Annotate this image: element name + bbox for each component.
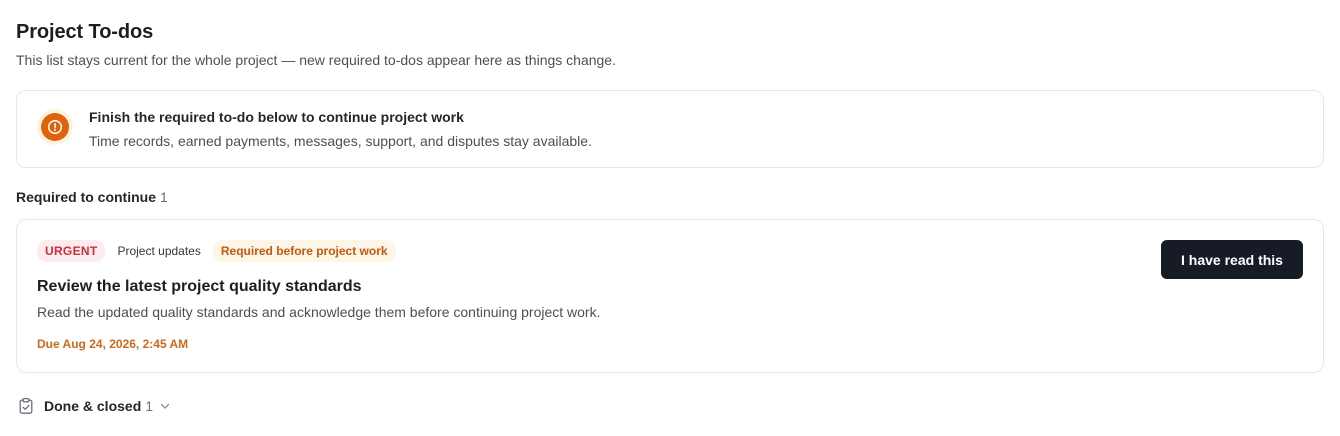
todo-badges: URGENT Project updates Required before p… [37,240,396,262]
done-closed-count: 1 [145,398,154,414]
page-title: Project To-dos [16,21,154,43]
category-badge: Project updates [111,240,207,262]
chevron-down-icon [159,400,171,412]
alert-icon-halo [37,109,73,145]
requirement-badge: Required before project work [212,240,396,262]
todo-title: Review the latest project quality standa… [37,278,362,295]
done-closed-toggle[interactable]: Done & closed 1 [16,395,171,417]
blocking-alert-card: Finish the required to-do below to conti… [16,90,1324,168]
required-section-count: 1 [160,189,168,205]
urgent-badge: URGENT [37,240,106,262]
alert-title: Finish the required to-do below to conti… [89,109,464,125]
page-subtitle: This list stays current for the whole pr… [16,52,616,68]
todo-description: Read the updated quality standards and a… [37,304,601,320]
required-section-label: Required to continue [16,189,156,205]
done-closed-label: Done & closed [44,398,142,414]
clipboard-check-icon [16,396,36,416]
alert-circle-icon [41,113,69,141]
todo-card: URGENT Project updates Required before p… [16,219,1324,373]
todo-due-date: Due Aug 24, 2026, 2:45 AM [37,337,189,351]
acknowledge-button[interactable]: I have read this [1161,240,1303,279]
alert-text: Time records, earned payments, messages,… [89,133,592,149]
required-section-heading: Required to continue 1 [16,188,168,206]
